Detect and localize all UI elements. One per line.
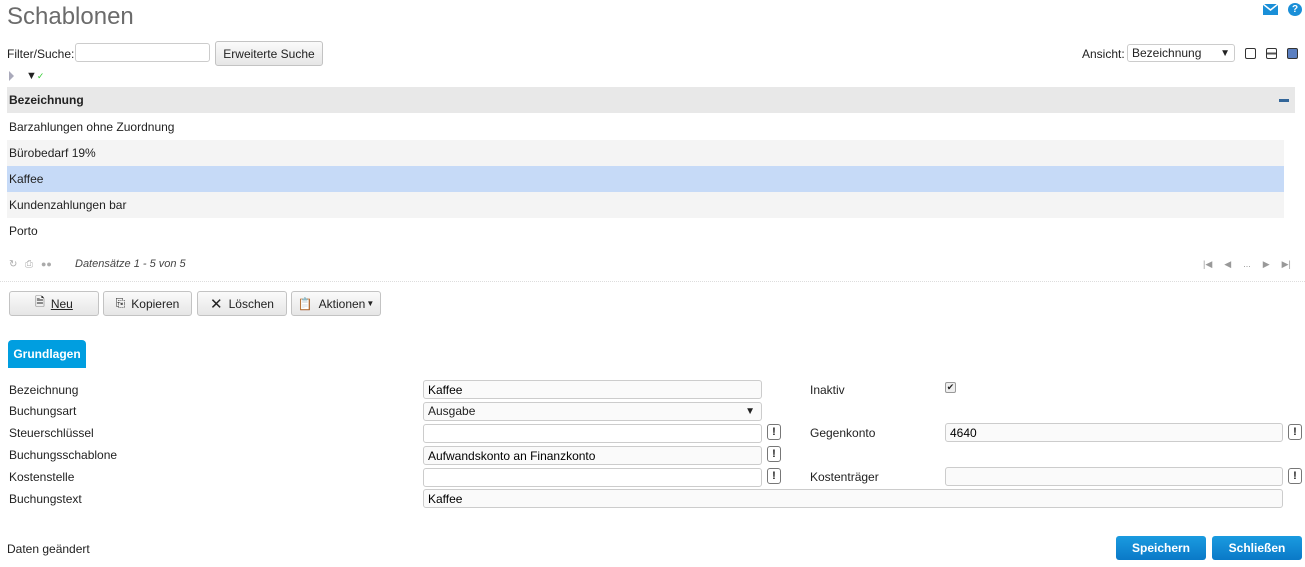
save-button[interactable]: Speichern [1116,536,1206,560]
mail-icon[interactable] [1263,4,1278,15]
view-list-icon[interactable] [1245,48,1256,59]
kostentraeger-field[interactable] [945,467,1283,486]
kostenstelle-label: Kostenstelle [9,470,75,484]
divider [0,281,1305,282]
help-icon[interactable]: ? [1288,3,1302,16]
buchungstext-field[interactable] [423,489,1283,508]
copy-button[interactable]: ⎘ Kopieren [103,291,192,316]
gegenkonto-label: Gegenkonto [810,426,876,440]
column-header-bezeichnung[interactable]: Bezeichnung ▬ [7,87,1295,113]
clipboard-icon: 📋 [297,296,313,311]
delete-button[interactable]: ✕ Löschen [197,291,287,316]
table-row[interactable]: Porto [7,218,1284,244]
refresh-icon[interactable]: ↻ [9,259,17,270]
buchungsart-select[interactable]: Ausgabe ▼ [423,402,762,421]
buchungsschablone-lookup-button[interactable]: ! [767,446,781,462]
table-row[interactable]: Barzahlungen ohne Zuordnung [7,114,1284,140]
bezeichnung-label: Bezeichnung [9,383,79,397]
document-icon: 🗎 [35,295,45,309]
delete-label: Löschen [228,296,274,311]
buchungsschablone-label: Buchungsschablone [9,448,118,462]
view-split-icon[interactable] [1266,48,1277,59]
inaktiv-checkbox[interactable]: ✔ [945,382,956,393]
column-chooser-icon[interactable]: ▬ [1279,87,1289,113]
settings-dots-icon[interactable]: ●● [41,259,52,269]
tab-grundlagen[interactable]: Grundlagen [8,340,86,368]
steuerschluessel-lookup-button[interactable]: ! [767,424,781,440]
buchungsart-label: Buchungsart [9,404,77,418]
table-row-selected[interactable]: Kaffee [7,166,1284,192]
actions-label: Aktionen [318,296,366,311]
record-count: Datensätze 1 - 5 von 5 [75,258,186,270]
view-label: Ansicht: [1082,47,1125,61]
inaktiv-label: Inaktiv [810,383,845,397]
advanced-search-button[interactable]: Erweiterte Suche [215,41,323,66]
prev-page-icon[interactable]: ◀ [1224,259,1231,270]
bezeichnung-field[interactable] [423,380,762,399]
caret-down-icon: ▼ [366,299,375,308]
copy-label: Kopieren [131,296,180,311]
filter-label: Filter/Suche: [7,47,75,61]
gegenkonto-lookup-button[interactable]: ! [1288,424,1302,440]
buchungsschablone-field[interactable] [423,446,762,465]
chevron-down-icon: ▼ [1220,48,1230,59]
steuerschluessel-label: Steuerschlüssel [9,426,94,440]
column-header-label: Bezeichnung [9,93,84,107]
print-icon[interactable]: ⎙ [25,259,33,270]
kostenstelle-lookup-button[interactable]: ! [767,468,781,484]
new-button[interactable]: 🗎 Neu [9,291,99,316]
next-page-icon[interactable]: ▶ [1263,259,1270,270]
actions-button[interactable]: 📋 Aktionen ▼ [291,291,381,316]
kostentraeger-lookup-button[interactable]: ! [1288,468,1302,484]
gegenkonto-field[interactable] [945,423,1283,442]
page-title: Schablonen [7,3,134,30]
buchungstext-label: Buchungstext [9,492,82,506]
first-page-icon[interactable]: |◀ [1203,259,1212,270]
close-icon: ✕ [210,295,223,313]
new-label: Neu [50,296,73,311]
kostentraeger-label: Kostenträger [810,470,879,484]
page-ellipsis: ... [1243,259,1251,269]
filter-input[interactable] [75,43,210,62]
copy-icon: ⎘ [115,296,126,310]
expand-icon[interactable] [9,71,14,81]
view-detail-icon[interactable] [1287,48,1298,59]
steuerschluessel-field[interactable] [423,424,762,443]
kostenstelle-field[interactable] [423,468,762,487]
buchungsart-value: Ausgabe [428,404,476,418]
last-page-icon[interactable]: ▶| [1282,259,1291,270]
chevron-down-icon: ▼ [745,406,755,417]
table-row[interactable]: Bürobedarf 19% [7,140,1284,166]
close-button[interactable]: Schließen [1212,536,1302,560]
view-select[interactable]: Bezeichnung ▼ [1127,44,1235,62]
table-row[interactable]: Kundenzahlungen bar [7,192,1284,218]
status-text: Daten geändert [7,542,90,556]
filter-active-icon[interactable]: ▼✓ [26,70,44,82]
view-selected: Bezeichnung [1132,46,1202,60]
